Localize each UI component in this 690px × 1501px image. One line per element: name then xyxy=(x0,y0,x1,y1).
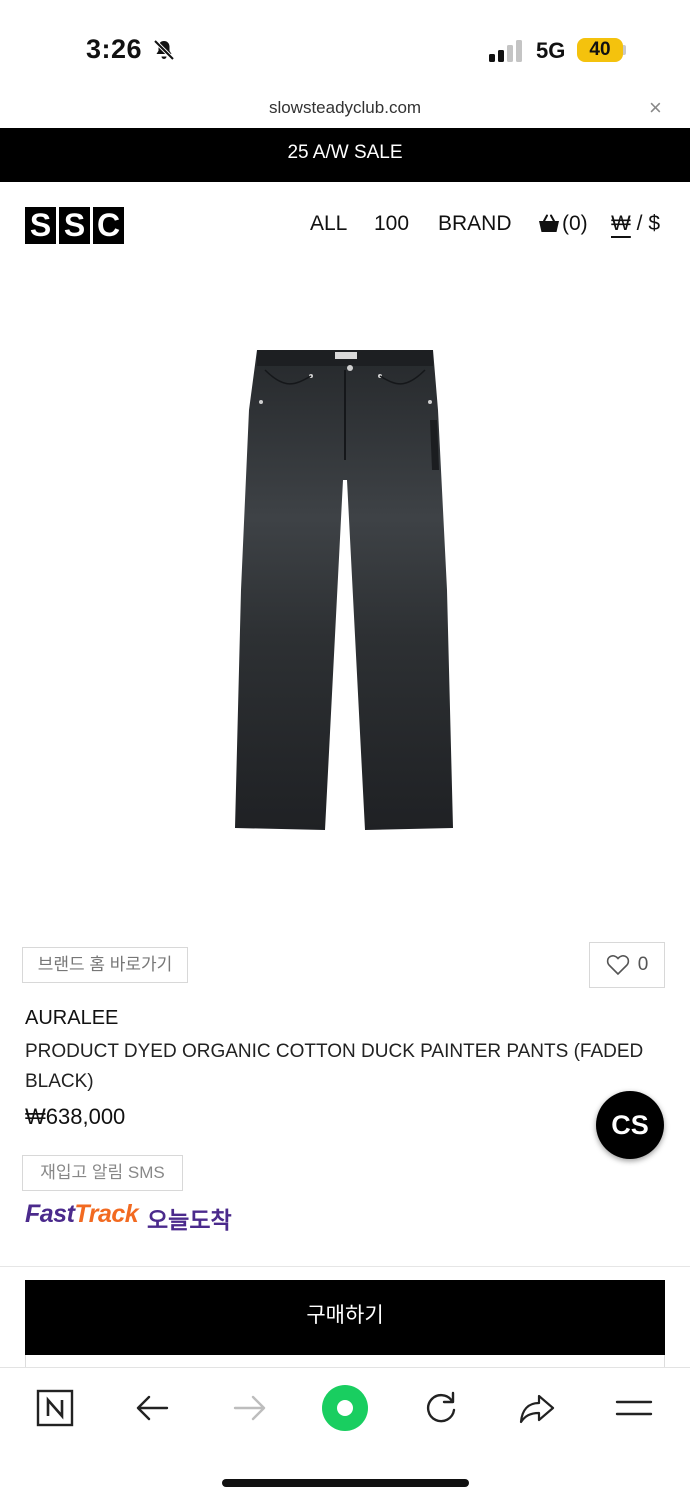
fasttrack-logo: FastTrack xyxy=(25,1200,139,1229)
buy-button[interactable]: 구매하기 xyxy=(25,1280,665,1355)
sale-banner[interactable]: 25 A/W SALE xyxy=(0,128,690,182)
logo-letter: C xyxy=(93,207,124,244)
currency-won[interactable]: ₩ xyxy=(611,212,631,235)
secondary-button-edge xyxy=(25,1355,665,1367)
forward-arrow-icon[interactable] xyxy=(229,1388,269,1428)
green-dot-icon[interactable] xyxy=(321,1384,369,1432)
product-price: ₩638,000 xyxy=(25,1104,126,1129)
like-button[interactable]: 0 xyxy=(589,942,665,988)
nav-100[interactable]: 100 xyxy=(374,212,409,236)
battery-tip xyxy=(623,45,626,55)
cart-button[interactable]: (0) xyxy=(538,212,588,236)
fasttrack-track: Track xyxy=(74,1200,139,1228)
cart-count: (0) xyxy=(562,212,588,235)
ssc-logo[interactable]: S S C xyxy=(25,207,124,244)
naver-icon[interactable] xyxy=(35,1388,75,1428)
restock-sms-button[interactable]: 재입고 알림 SMS xyxy=(22,1155,183,1191)
nav-brand[interactable]: BRAND xyxy=(438,212,512,236)
shopping-basket-icon xyxy=(539,214,559,232)
home-indicator[interactable] xyxy=(222,1479,469,1487)
fasttrack-fast: Fast xyxy=(25,1200,75,1228)
menu-icon[interactable] xyxy=(614,1388,654,1428)
heart-icon xyxy=(606,955,629,976)
product-name: PRODUCT DYED ORGANIC COTTON DUCK PAINTER… xyxy=(25,1041,644,1092)
status-time: 3:26 xyxy=(86,34,143,64)
product-brand[interactable]: AURALEE xyxy=(25,1007,118,1030)
network-type: 5G xyxy=(536,38,566,63)
like-count: 0 xyxy=(637,954,649,975)
brand-home-button[interactable]: 브랜드 홈 바로가기 xyxy=(22,947,188,983)
nav-all[interactable]: ALL xyxy=(310,212,347,236)
url-bar[interactable]: slowsteadyclub.com xyxy=(0,98,690,118)
divider xyxy=(0,1266,690,1267)
product-image[interactable] xyxy=(225,340,465,840)
share-icon[interactable] xyxy=(517,1388,557,1428)
reload-icon[interactable] xyxy=(421,1388,461,1428)
currency-separator: / xyxy=(630,212,649,235)
bell-slash-icon xyxy=(153,39,175,61)
currency-usd[interactable]: $ xyxy=(648,212,660,235)
signal-icon xyxy=(489,40,522,62)
battery-indicator: 40 xyxy=(577,38,623,62)
currency-switch[interactable]: ₩ / $ xyxy=(611,212,660,236)
close-icon[interactable]: × xyxy=(649,97,662,119)
cs-chat-button[interactable]: CS xyxy=(596,1091,664,1159)
today-delivery-label: 오늘도착 xyxy=(147,1207,232,1233)
logo-letter: S xyxy=(25,207,56,244)
back-arrow-icon[interactable] xyxy=(133,1388,173,1428)
logo-letter: S xyxy=(59,207,90,244)
